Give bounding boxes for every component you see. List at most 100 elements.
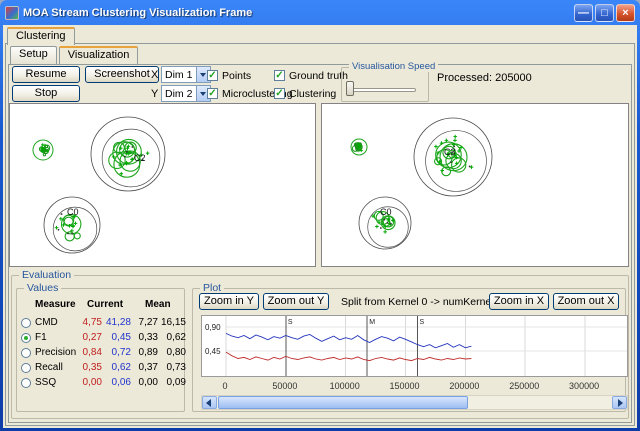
mean-value-a: 0,89 bbox=[133, 347, 160, 358]
tab-clustering[interactable]: Clustering bbox=[7, 27, 75, 45]
current-value-a: 4,75 bbox=[79, 317, 104, 328]
measure-name: SSQ bbox=[35, 377, 79, 388]
svg-text:C0: C0 bbox=[380, 207, 392, 217]
titlebar[interactable]: MOA Stream Clustering Visualization Fram… bbox=[0, 0, 640, 25]
checkbox-ground-truth[interactable]: ✓Ground truth bbox=[274, 69, 348, 82]
minimize-button[interactable]: — bbox=[574, 4, 593, 22]
current-value-a: 0,00 bbox=[79, 377, 104, 388]
app-window: MOA Stream Clustering Visualization Fram… bbox=[0, 0, 640, 431]
measure-radio[interactable] bbox=[21, 378, 31, 388]
close-button[interactable]: × bbox=[616, 4, 635, 22]
measure-row-ssq[interactable]: SSQ0,000,060,000,09 bbox=[19, 375, 182, 390]
checkbox-label: Points bbox=[222, 70, 251, 82]
plot-svg: SMS0,900,45 bbox=[202, 316, 627, 376]
visualization-pane: Resume Screenshot Stop X Dim 1 Y Dim 2 ✓… bbox=[8, 64, 632, 423]
measure-plot: SMS0,900,45 bbox=[201, 315, 628, 377]
mean-value-a: 0,00 bbox=[133, 377, 160, 388]
maximize-button[interactable]: □ bbox=[595, 4, 614, 22]
evaluation-title: Evaluation bbox=[19, 269, 74, 281]
tab-visualization[interactable]: Visualization bbox=[59, 46, 139, 64]
scrollbar-thumb[interactable] bbox=[218, 396, 468, 409]
x-tick-label: 200000 bbox=[449, 381, 479, 391]
current-value-a: 0,27 bbox=[79, 332, 104, 343]
mean-value-b: 0,62 bbox=[160, 332, 188, 343]
measure-radio[interactable] bbox=[21, 318, 31, 328]
current-value-b: 0,45 bbox=[104, 332, 133, 343]
measure-name: F1 bbox=[35, 332, 79, 343]
header-current: Current bbox=[87, 299, 123, 310]
measure-row-cmd[interactable]: CMD4,7541,287,2716,15 bbox=[19, 315, 182, 330]
mean-value-b: 0,73 bbox=[160, 362, 188, 373]
mean-value-b: 0,80 bbox=[160, 347, 188, 358]
svg-text:0,90: 0,90 bbox=[205, 323, 221, 332]
measure-name: Precision bbox=[35, 347, 79, 358]
checkbox-grid: ✓Points✓Microclustering✓Ground truth✓Clu… bbox=[207, 69, 339, 101]
zoom-out-x-button[interactable]: Zoom out X bbox=[553, 293, 619, 310]
checkbox-box: ✓ bbox=[207, 70, 218, 81]
y-dimension-value: Dim 2 bbox=[165, 88, 192, 100]
svg-text:C2: C2 bbox=[134, 153, 146, 163]
zoom-in-x-button[interactable]: Zoom in X bbox=[489, 293, 549, 310]
svg-text:S: S bbox=[288, 319, 293, 326]
mean-value-a: 0,37 bbox=[133, 362, 160, 373]
header-mean: Mean bbox=[145, 299, 171, 310]
svg-text:C0: C0 bbox=[67, 207, 79, 217]
measure-name: CMD bbox=[35, 317, 79, 328]
checkbox-label: Clustering bbox=[289, 88, 336, 100]
app-icon bbox=[5, 6, 19, 20]
plot-x-tick-labels: 050000100000150000200000250000300000 bbox=[201, 381, 628, 391]
current-value-a: 0,84 bbox=[79, 347, 104, 358]
screenshot-button[interactable]: Screenshot bbox=[85, 66, 159, 83]
checkbox-box: ✓ bbox=[274, 70, 285, 81]
processed-counter: Processed: 205000 bbox=[437, 72, 532, 84]
cluster-svg-right: C3C0 bbox=[322, 104, 628, 266]
measure-name: Recall bbox=[35, 362, 79, 373]
cluster-svg-left: C2 C0 bbox=[10, 104, 315, 266]
measure-radio[interactable] bbox=[21, 333, 31, 343]
y-dimension-select[interactable]: Dim 2 bbox=[161, 85, 211, 102]
scroll-right-arrow-icon[interactable] bbox=[612, 396, 627, 409]
resume-button[interactable]: Resume bbox=[12, 66, 80, 83]
x-tick-label: 250000 bbox=[509, 381, 539, 391]
plot-group: Plot Zoom in Y Zoom out Y Split from Ker… bbox=[192, 288, 626, 412]
x-tick-label: 100000 bbox=[330, 381, 360, 391]
mean-value-a: 0,33 bbox=[133, 332, 160, 343]
cluster-canvas-left: C2 C0 bbox=[9, 103, 316, 267]
x-dimension-select[interactable]: Dim 1 bbox=[161, 66, 211, 83]
checkbox-clustering[interactable]: ✓ Clustering bbox=[274, 87, 336, 100]
stop-button[interactable]: Stop bbox=[12, 85, 80, 102]
current-value-a: 0,35 bbox=[79, 362, 104, 373]
mean-value-b: 0,09 bbox=[160, 377, 188, 388]
measure-row-recall[interactable]: Recall0,350,620,370,73 bbox=[19, 360, 182, 375]
cluster-canvas-right: C3C0 bbox=[321, 103, 629, 267]
mean-value-b: 16,15 bbox=[160, 317, 188, 328]
zoom-in-y-button[interactable]: Zoom in Y bbox=[199, 293, 259, 310]
scroll-left-arrow-icon[interactable] bbox=[202, 396, 217, 409]
current-value-b: 0,62 bbox=[104, 362, 133, 373]
checkbox-box: ✓ bbox=[274, 88, 285, 99]
measure-row-f1[interactable]: F10,270,450,330,62 bbox=[19, 330, 182, 345]
y-axis-label: Y bbox=[151, 88, 158, 100]
zoom-out-y-button[interactable]: Zoom out Y bbox=[263, 293, 329, 310]
values-title: Values bbox=[24, 282, 61, 294]
measure-row-precision[interactable]: Precision0,840,720,890,80 bbox=[19, 345, 182, 360]
main-tabstrip: Clustering bbox=[3, 25, 637, 44]
x-tick-label: 150000 bbox=[390, 381, 420, 391]
header-measure: Measure bbox=[35, 299, 76, 310]
current-value-b: 0,72 bbox=[104, 347, 133, 358]
plot-scrollbar[interactable] bbox=[201, 395, 628, 410]
x-axis-label: X bbox=[151, 69, 158, 81]
measure-radio[interactable] bbox=[21, 348, 31, 358]
client-area: Clustering Setup Visualization Resume Sc… bbox=[3, 25, 637, 428]
checkbox-points[interactable]: ✓ Points bbox=[207, 69, 251, 82]
svg-text:M: M bbox=[369, 319, 375, 326]
visualisation-speed-group: Visualisation Speed bbox=[341, 67, 429, 102]
clustering-pane: Setup Visualization Resume Screenshot St… bbox=[5, 43, 635, 426]
measure-radio[interactable] bbox=[21, 363, 31, 373]
speed-slider-thumb[interactable] bbox=[346, 81, 354, 96]
tab-setup[interactable]: Setup bbox=[10, 46, 57, 64]
current-value-b: 41,28 bbox=[104, 317, 133, 328]
speed-slider-track[interactable] bbox=[350, 88, 416, 92]
x-tick-label: 300000 bbox=[569, 381, 599, 391]
evaluation-group: Evaluation Values Measure Current Mean C… bbox=[11, 275, 629, 419]
